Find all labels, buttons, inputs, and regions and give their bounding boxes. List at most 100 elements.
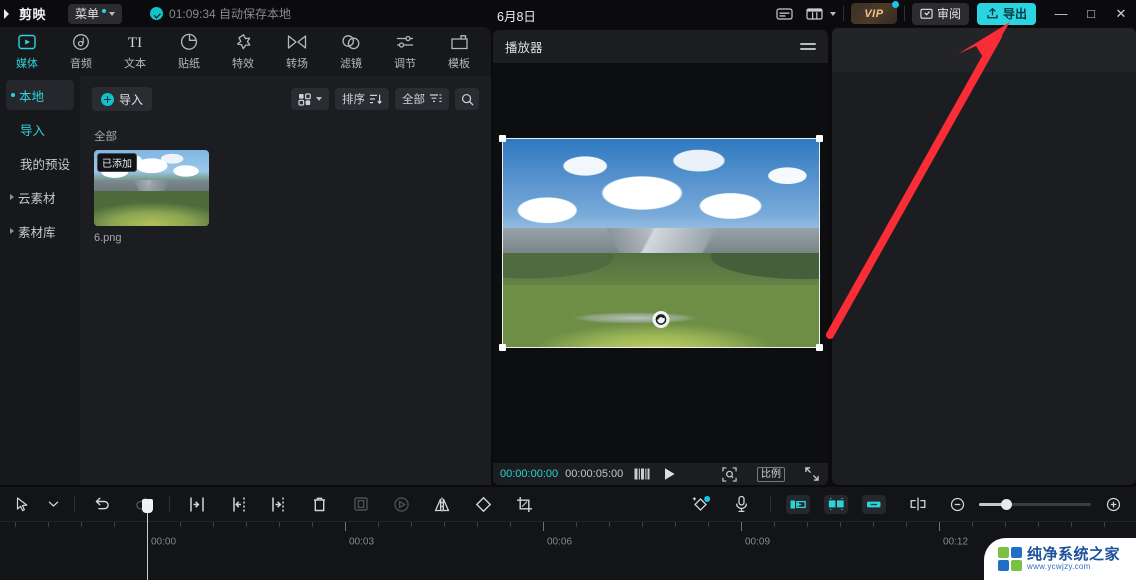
timeline-tracks[interactable] xyxy=(0,547,1136,580)
watermark-url: www.ycwjzy.com xyxy=(1027,561,1091,571)
autosave-label: 01:09:34 自动保存本地 xyxy=(169,7,292,21)
media-toolbar: 导入 排序 全部 xyxy=(80,76,491,122)
export-button[interactable]: 导出 xyxy=(976,2,1036,25)
vip-button[interactable]: VIP xyxy=(850,1,899,24)
tab-transition[interactable]: 转场 xyxy=(270,32,324,71)
crop-icon[interactable] xyxy=(504,490,545,518)
sort-button[interactable]: 排序 xyxy=(335,88,389,110)
microphone-icon[interactable] xyxy=(721,490,762,518)
tab-media[interactable]: 媒体 xyxy=(0,32,54,71)
media-browser-panel: 导入 排序 全部 全部 已添加 6.png xyxy=(80,76,491,485)
fullscreen-icon[interactable] xyxy=(805,466,819,482)
zoom-in-icon[interactable] xyxy=(1098,490,1128,518)
watermark-text: 纯净系统之家 www.ycwjzy.com xyxy=(1027,547,1120,571)
zoom-slider-handle[interactable] xyxy=(1001,498,1012,510)
tab-template[interactable]: 模板 xyxy=(432,32,486,71)
ruler-tick xyxy=(1038,522,1039,527)
search-button[interactable] xyxy=(455,88,479,110)
clip-mode-center-icon[interactable] xyxy=(824,494,848,514)
zoom-slider-track[interactable] xyxy=(979,498,1091,510)
freeze-frame-icon xyxy=(340,490,381,518)
menu-button[interactable]: 菜单 xyxy=(68,3,123,24)
resize-handle-top-left[interactable] xyxy=(498,135,506,142)
minimize-button[interactable]: — xyxy=(1046,0,1076,27)
tab-text[interactable]: TI 文本 xyxy=(108,32,162,71)
autosave-status: 01:09:34 自动保存本地 xyxy=(150,5,291,22)
undo-icon[interactable] xyxy=(81,490,122,518)
sidebar-item-import[interactable]: 导入 xyxy=(6,114,74,144)
frame-view-icon[interactable] xyxy=(634,466,650,482)
ruler-tick xyxy=(939,522,940,531)
ruler-tick xyxy=(411,522,412,527)
close-button[interactable]: ✕ xyxy=(1106,0,1136,27)
timeline-ruler[interactable]: 00:00 00:03 00:06 00:09 00:12 xyxy=(0,521,1136,548)
view-mode-button[interactable] xyxy=(291,88,329,110)
chevron-down-icon[interactable] xyxy=(38,490,68,518)
sidebar-item-cloud-assets[interactable]: 云素材 xyxy=(6,182,74,212)
layout-icon[interactable] xyxy=(800,3,830,25)
review-icon xyxy=(920,8,933,19)
sidebar-item-asset-library[interactable]: 素材库 xyxy=(6,216,74,246)
ruler-tick xyxy=(510,522,511,527)
tab-audio-label: 音频 xyxy=(70,58,92,70)
ruler-tick xyxy=(807,522,808,527)
snap-icon[interactable] xyxy=(897,490,938,518)
media-thumbnail[interactable]: 已添加 xyxy=(94,150,209,226)
tab-effects[interactable]: 特效 xyxy=(216,32,270,71)
vip-notification-dot xyxy=(891,1,899,8)
timeline-zoom-control[interactable] xyxy=(942,490,1128,518)
ruler-tick xyxy=(609,522,610,527)
zoom-out-icon[interactable] xyxy=(942,490,972,518)
sidebar-item-label: 本地 xyxy=(19,89,45,104)
filter-button[interactable]: 全部 xyxy=(395,88,449,110)
rotate-handle-icon[interactable] xyxy=(652,311,669,328)
resize-handle-top-right[interactable] xyxy=(815,135,823,142)
ruler-tick xyxy=(1005,522,1006,527)
text-icon: TI xyxy=(124,32,146,52)
player-menu-icon[interactable] xyxy=(800,43,816,50)
resize-handle-bottom-right[interactable] xyxy=(815,344,823,351)
tab-audio[interactable]: 音频 xyxy=(54,32,108,71)
clip-mode-right-icon[interactable] xyxy=(862,494,886,514)
clip-mode-left-icon[interactable] xyxy=(786,494,810,514)
import-button[interactable]: 导入 xyxy=(92,87,153,111)
zoom-fit-icon[interactable] xyxy=(722,466,737,482)
auto-caption-icon[interactable] xyxy=(680,490,721,518)
play-button[interactable] xyxy=(663,466,676,482)
playhead-handle[interactable] xyxy=(142,499,153,513)
select-tool-icon[interactable] xyxy=(8,490,38,518)
tab-sticker[interactable]: 贴纸 xyxy=(162,32,216,71)
review-button[interactable]: 审阅 xyxy=(911,2,969,25)
delete-icon[interactable] xyxy=(299,490,340,518)
subtitle-icon[interactable] xyxy=(770,3,800,25)
trim-left-icon[interactable] xyxy=(217,490,258,518)
ruler-label: 00:09 xyxy=(745,536,771,548)
tool-tabs-bar: 媒体 音频 TI 文本 贴纸 特效 转场 滤镜 调节 模板 xyxy=(0,27,491,76)
ruler-tick xyxy=(15,522,16,527)
ruler-tick xyxy=(873,522,874,527)
layout-chevron-icon[interactable] xyxy=(829,11,836,16)
ruler-tick xyxy=(1071,522,1072,527)
split-icon[interactable] xyxy=(176,490,217,518)
ratio-button[interactable]: 比例 xyxy=(757,466,785,482)
resize-handle-bottom-left[interactable] xyxy=(498,344,506,351)
mirror-icon[interactable] xyxy=(422,490,463,518)
tab-adjust[interactable]: 调节 xyxy=(378,32,432,71)
tab-filter[interactable]: 滤镜 xyxy=(324,32,378,71)
current-timecode[interactable]: 00:00:00:00 xyxy=(500,468,558,480)
playhead[interactable] xyxy=(142,499,153,580)
chevron-down-icon xyxy=(316,97,322,101)
sidebar-item-local[interactable]: 本地 xyxy=(6,80,74,110)
plus-circle-icon xyxy=(101,92,114,106)
player-controls: 00:00:00:00 00:00:05:00 比例 xyxy=(493,463,828,485)
trim-right-icon[interactable] xyxy=(258,490,299,518)
media-item[interactable]: 已添加 6.png xyxy=(94,150,209,244)
ruler-tick xyxy=(543,522,544,531)
ruler-tick xyxy=(48,522,49,527)
media-grid: 已添加 6.png xyxy=(80,150,491,244)
media-icon xyxy=(18,32,36,52)
rotate-icon[interactable] xyxy=(463,490,504,518)
sidebar-item-my-presets[interactable]: 我的预设 xyxy=(6,148,74,178)
total-timecode: 00:00:05:00 xyxy=(565,468,624,480)
maximize-button[interactable]: □ xyxy=(1076,0,1106,27)
